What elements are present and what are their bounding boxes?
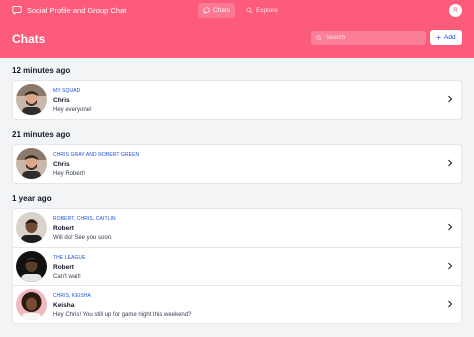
chat-list: MY SQUAD Chris Hey everyone! <box>12 80 462 120</box>
chat-message: Hey everyone! <box>53 107 92 113</box>
avatar <box>16 289 47 320</box>
chevron-right-icon <box>448 95 453 103</box>
chat-message: Hey Robert! <box>53 171 86 177</box>
brand[interactable]: Social Profile and Group Chat <box>12 5 126 15</box>
chat-sender-name: Robert <box>53 264 74 271</box>
chat-message: Hey Chris! You still up for game night t… <box>53 312 192 318</box>
search-icon <box>246 7 253 14</box>
chat-group-name: MY SQUAD <box>53 88 81 94</box>
avatar <box>16 84 47 115</box>
user-avatar[interactable]: R <box>449 4 462 17</box>
chat-row[interactable]: THE LEAGUE Robert Can't wait! <box>13 247 461 285</box>
chat-group-name: ROBERT, CHRIS, CAITLIN <box>53 216 116 222</box>
chat-list: ROBERT, CHRIS, CAITLIN Robert Will do! S… <box>12 208 462 324</box>
chat-group-name: THE LEAGUE <box>53 255 86 261</box>
chevron-right-icon <box>448 262 453 270</box>
nav-chats[interactable]: Chats <box>198 3 235 18</box>
chat-message: Will do! See you soon. <box>53 235 113 241</box>
chat-row[interactable]: CHRIS, KEISHA Keisha Hey Chris! You stil… <box>13 285 461 323</box>
chat-group-name: CHRIS GRAY AND ROBERT GREEN <box>53 152 140 158</box>
app-header: Social Profile and Group Chat Chats Expl… <box>0 0 474 58</box>
page-title: Chats <box>12 32 46 46</box>
search-icon <box>316 35 322 41</box>
top-bar: Social Profile and Group Chat Chats Expl… <box>0 0 474 22</box>
chat-sender-name: Chris <box>53 161 70 168</box>
nav-explore[interactable]: Explore <box>241 3 283 18</box>
avatar <box>16 148 47 179</box>
section-title: 1 year ago <box>12 194 52 203</box>
plus-icon: + <box>436 32 442 42</box>
chat-row[interactable]: MY SQUAD Chris Hey everyone! <box>13 81 461 119</box>
chat-row-text: CHRIS, KEISHA Keisha Hey Chris! You stil… <box>53 293 191 318</box>
chevron-right-icon <box>448 300 453 308</box>
chat-row[interactable]: ROBERT, CHRIS, CAITLIN Robert Will do! S… <box>13 209 461 247</box>
chevron-right-icon <box>448 159 453 167</box>
chat-bubble-icon <box>12 6 22 15</box>
chat-sender-name: Chris <box>53 97 70 104</box>
chevron-right-icon <box>448 223 453 231</box>
chat-sender-name: Robert <box>53 225 74 232</box>
section-title: 12 minutes ago <box>12 66 71 75</box>
section-title: 21 minutes ago <box>12 130 71 139</box>
add-button[interactable]: + Add <box>430 30 462 45</box>
add-button-label: Add <box>444 34 456 41</box>
app-title: Social Profile and Group Chat <box>27 5 127 15</box>
search-input[interactable] <box>326 35 416 41</box>
chat-icon <box>203 7 210 14</box>
search-box[interactable] <box>311 31 426 45</box>
main-nav: Chats Explore <box>198 3 283 18</box>
nav-chats-label: Chats <box>213 7 230 14</box>
chat-row-text: ROBERT, CHRIS, CAITLIN Robert Will do! S… <box>53 216 116 241</box>
nav-explore-label: Explore <box>255 7 279 14</box>
chat-sender-name: Keisha <box>53 302 75 309</box>
chat-group-name: CHRIS, KEISHA <box>53 293 91 299</box>
chat-row-text: CHRIS GRAY AND ROBERT GREEN Chris Hey Ro… <box>53 152 139 177</box>
chat-row[interactable]: CHRIS GRAY AND ROBERT GREEN Chris Hey Ro… <box>13 145 461 183</box>
chat-row-text: MY SQUAD Chris Hey everyone! <box>53 88 92 113</box>
chat-message: Can't wait! <box>53 274 81 280</box>
chat-list: CHRIS GRAY AND ROBERT GREEN Chris Hey Ro… <box>12 144 462 184</box>
avatar <box>16 251 47 282</box>
chat-row-text: THE LEAGUE Robert Can't wait! <box>53 255 86 280</box>
avatar <box>16 212 47 243</box>
